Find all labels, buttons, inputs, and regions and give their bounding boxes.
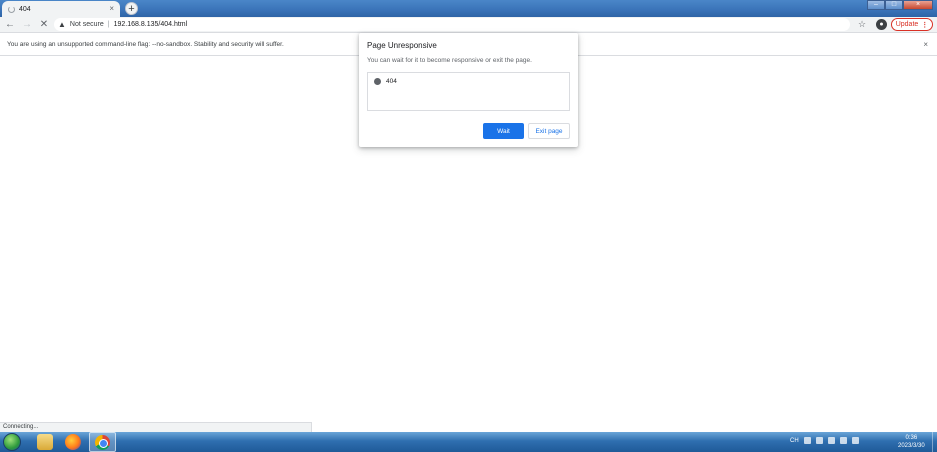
url-text[interactable]: 192.168.8.135/404.html (114, 21, 188, 28)
page-label: 404 (386, 78, 397, 85)
forward-button[interactable]: → (20, 18, 34, 32)
menu-kebab-icon: ⋮ (921, 21, 929, 29)
minimize-button[interactable]: – (867, 0, 885, 10)
browser-toolbar: ← → ✕ ▲ Not secure | 192.168.8.135/404.h… (0, 17, 937, 33)
exit-page-button[interactable]: Exit page (528, 123, 570, 139)
tab-404[interactable]: 404 × (2, 1, 120, 17)
title-bar: 404 × + – □ × (0, 0, 937, 17)
keyboard-icon[interactable] (803, 437, 811, 444)
clock-date: 2023/3/30 (898, 443, 925, 449)
dialog-message: You can wait for it to become responsive… (367, 57, 532, 64)
page-unresponsive-dialog: Page Unresponsive You can wait for it to… (359, 33, 578, 147)
back-button[interactable]: ← (3, 18, 17, 32)
profile-avatar-icon[interactable]: ● (876, 19, 887, 30)
globe-icon (374, 78, 381, 85)
list-item: 404 (368, 73, 569, 90)
infobar-close-icon[interactable]: × (923, 40, 928, 49)
dialog-title: Page Unresponsive (367, 41, 437, 50)
windows-taskbar: CH 0:36 2023/3/30 (0, 432, 937, 452)
tab-close-icon[interactable]: × (109, 5, 114, 13)
loading-spinner-icon (8, 5, 15, 13)
volume-icon[interactable] (851, 437, 859, 444)
input-language-indicator[interactable]: CH (790, 438, 799, 444)
tab-title: 404 (19, 5, 31, 13)
infobar-message: You are using an unsupported command-lin… (7, 41, 284, 48)
file-explorer-icon[interactable] (37, 434, 53, 450)
bookmark-star-icon[interactable]: ☆ (858, 19, 866, 30)
chrome-taskbar-button[interactable] (89, 432, 116, 452)
clock-time: 0:36 (905, 435, 918, 441)
system-tray: CH (790, 437, 859, 444)
new-tab-button[interactable]: + (125, 2, 138, 15)
firefox-icon[interactable] (65, 434, 81, 450)
close-window-button[interactable]: × (903, 0, 933, 10)
url-separator: | (107, 21, 110, 28)
security-label[interactable]: Not secure (70, 21, 104, 28)
maximize-button[interactable]: □ (885, 0, 903, 10)
unresponsive-pages-list: 404 (367, 72, 570, 111)
flag-icon[interactable] (827, 437, 835, 444)
stop-button[interactable]: ✕ (37, 18, 51, 32)
chrome-icon (95, 435, 110, 450)
status-bubble: Connecting... (0, 422, 312, 432)
address-bar[interactable]: ▲ Not secure | 192.168.8.135/404.html (54, 18, 850, 31)
show-desktop-button[interactable] (932, 432, 937, 452)
warning-icon[interactable]: ▲ (58, 20, 66, 29)
wait-button[interactable]: Wait (483, 123, 524, 139)
update-label: Update (895, 21, 919, 28)
system-clock[interactable]: 0:36 2023/3/30 (898, 434, 925, 450)
network-icon[interactable] (839, 437, 847, 444)
update-button[interactable]: Update ⋮ (891, 18, 933, 31)
start-button[interactable] (3, 433, 21, 451)
help-icon[interactable] (815, 437, 823, 444)
window-controls: – □ × (867, 0, 933, 10)
